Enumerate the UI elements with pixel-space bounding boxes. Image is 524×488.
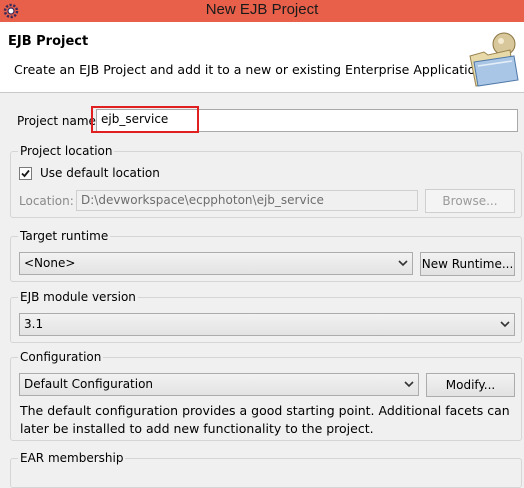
use-default-location-checkbox[interactable] xyxy=(19,167,32,180)
configuration-value: Default Configuration xyxy=(24,377,154,391)
configuration-title: Configuration xyxy=(18,350,104,364)
project-location-title: Project location xyxy=(18,144,115,158)
use-default-location-label: Use default location xyxy=(40,166,160,180)
ejb-module-version-title: EJB module version xyxy=(18,290,138,304)
wizard-description: Create an EJB Project and add it to a ne… xyxy=(14,62,488,77)
project-name-label: Project name: xyxy=(17,114,100,128)
chevron-down-icon xyxy=(500,321,510,328)
ear-membership-title: EAR membership xyxy=(18,451,126,465)
chevron-down-icon xyxy=(398,260,408,267)
check-icon xyxy=(21,169,30,178)
location-field[interactable]: D:\devworkspace\ecpphoton\ejb_service xyxy=(76,190,418,211)
folder-wizard-icon xyxy=(469,32,519,87)
configuration-note: The default configuration provides a goo… xyxy=(20,403,510,436)
highlight-annotation xyxy=(91,106,199,133)
new-runtime-button[interactable]: New Runtime... xyxy=(420,252,515,276)
modify-button[interactable]: Modify... xyxy=(426,373,515,397)
title-bar: New EJB Project xyxy=(0,0,524,22)
window-title: New EJB Project xyxy=(205,1,319,18)
wizard-heading: EJB Project xyxy=(8,34,89,49)
ejb-module-version-value: 3.1 xyxy=(24,317,44,331)
target-runtime-value: <None> xyxy=(24,256,76,270)
configuration-select[interactable]: Default Configuration xyxy=(19,373,419,396)
chevron-down-icon xyxy=(404,381,414,388)
target-runtime-title: Target runtime xyxy=(18,229,111,243)
target-runtime-select[interactable]: <None> xyxy=(19,252,413,275)
location-label: Location: xyxy=(19,194,74,208)
ejb-module-version-select[interactable]: 3.1 xyxy=(19,313,515,336)
wizard-banner: EJB Project Create an EJB Project and ad… xyxy=(0,22,524,93)
browse-button[interactable]: Browse... xyxy=(425,189,515,213)
